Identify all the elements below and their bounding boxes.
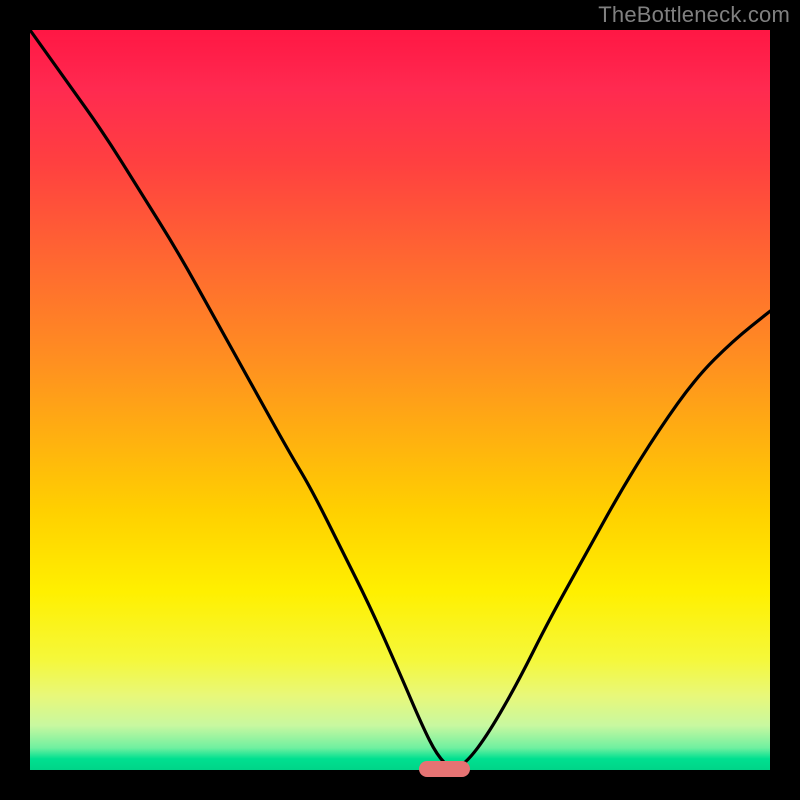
watermark-text: TheBottleneck.com [598, 2, 790, 28]
bottleneck-curve [30, 30, 770, 770]
minimum-marker [419, 761, 471, 777]
plot-area [30, 30, 770, 770]
chart-frame: TheBottleneck.com [0, 0, 800, 800]
